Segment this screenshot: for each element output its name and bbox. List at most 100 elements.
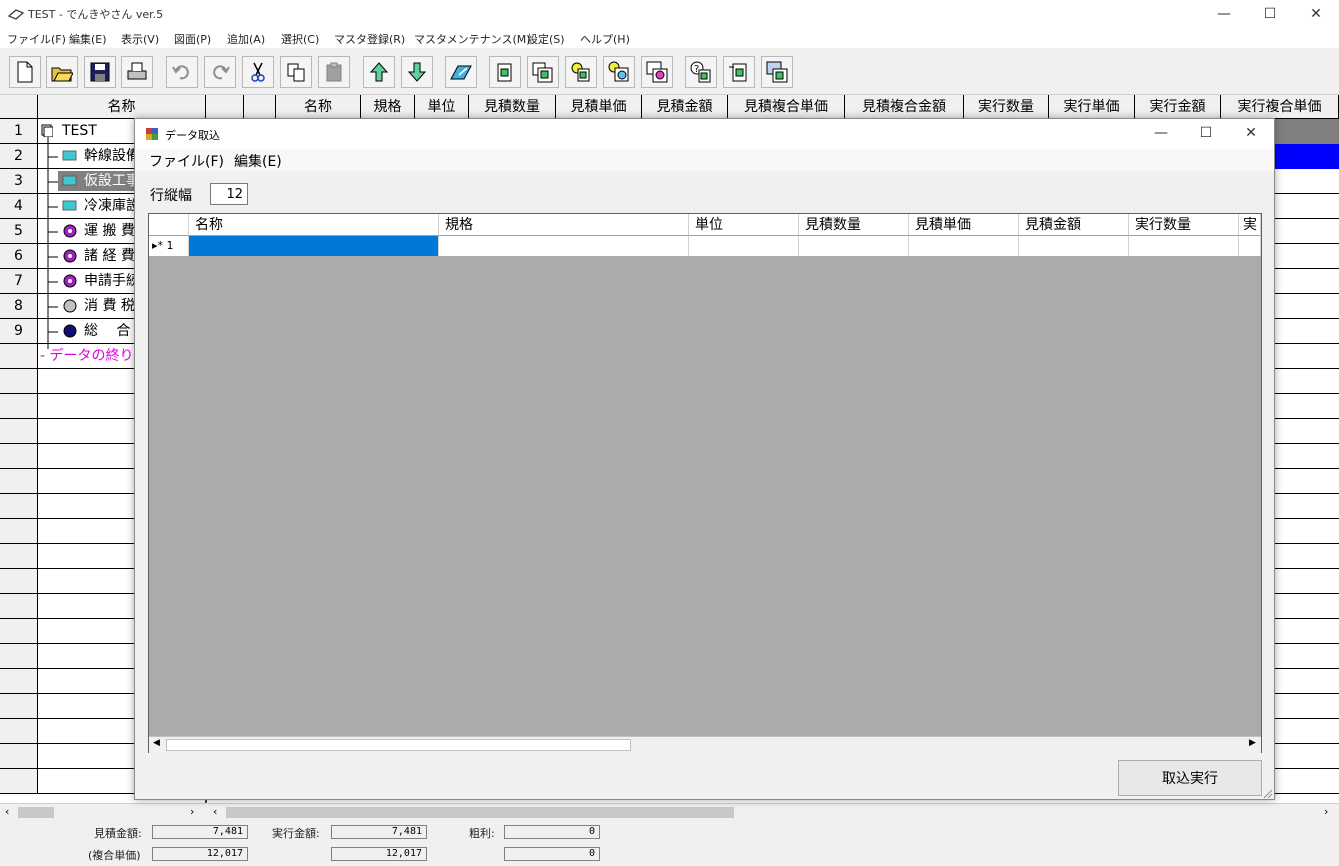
row-number[interactable] [0, 469, 38, 494]
row-number[interactable] [0, 394, 38, 419]
dialog-horizontal-scrollbar[interactable]: ◀ ▶ [149, 736, 1261, 753]
print-button[interactable] [121, 56, 153, 88]
row-number[interactable] [0, 669, 38, 694]
menu-master-register[interactable]: マスタ登録(R) [334, 31, 405, 47]
scroll-left-icon[interactable]: ‹ [5, 805, 9, 818]
row-number[interactable] [0, 769, 38, 794]
column-header-est-price[interactable]: 見積単価 [556, 95, 642, 119]
column-header-est-qty[interactable]: 見積数量 [469, 95, 556, 119]
new-file-button[interactable] [9, 56, 41, 88]
row-number[interactable]: 8 [0, 294, 38, 319]
open-file-button[interactable] [46, 56, 78, 88]
row-number[interactable] [0, 544, 38, 569]
scroll-left-icon[interactable]: ◀ [153, 738, 160, 748]
dialog-column-header-est-qty[interactable]: 見積数量 [799, 214, 909, 236]
row-number[interactable] [0, 644, 38, 669]
undo-button[interactable] [166, 56, 198, 88]
row-number[interactable]: 1 [0, 119, 38, 144]
dialog-menu-file[interactable]: ファイル(F) [149, 151, 224, 171]
scroll-right-icon[interactable]: › [190, 805, 194, 818]
row-number[interactable]: 2 [0, 144, 38, 169]
tree-horizontal-scrollbar[interactable]: ‹ › [0, 803, 206, 821]
menu-settings[interactable]: 設定(S) [527, 31, 565, 47]
row-number[interactable] [0, 719, 38, 744]
import-data-grid[interactable]: 名称 規格 単位 見積数量 見積単価 見積金額 実行数量 実 ▸* 1 ◀ ▶ [148, 213, 1262, 753]
menu-drawing[interactable]: 図面(P) [174, 31, 211, 47]
tree-name-header[interactable]: 名称 [38, 95, 206, 119]
dialog-menu-edit[interactable]: 編集(E) [234, 151, 282, 171]
row-number[interactable]: 7 [0, 269, 38, 294]
dialog-cell-exec-partial[interactable] [1239, 236, 1261, 256]
cut-button[interactable] [242, 56, 274, 88]
scroll-thumb[interactable] [226, 807, 734, 818]
column-header-spec[interactable]: 規格 [361, 95, 415, 119]
maximize-button[interactable]: ☐ [1247, 0, 1293, 28]
row-number[interactable]: 3 [0, 169, 38, 194]
menu-master-maintenance[interactable]: マスタメンテナンス(M) [414, 31, 531, 47]
menu-help[interactable]: ヘルプ(H) [580, 31, 630, 47]
dialog-minimize-button[interactable]: — [1138, 119, 1184, 147]
tool-button-2[interactable] [527, 56, 559, 88]
close-button[interactable]: ✕ [1293, 0, 1339, 28]
column-header-est-composite-amount[interactable]: 見積複合金額 [845, 95, 964, 119]
dialog-maximize-button[interactable]: ☐ [1183, 119, 1229, 147]
row-number[interactable] [0, 444, 38, 469]
row-number[interactable]: 9 [0, 319, 38, 344]
column-header-unit[interactable]: 単位 [415, 95, 469, 119]
tool-button-1[interactable] [489, 56, 521, 88]
move-up-button[interactable] [363, 56, 395, 88]
dialog-cell-exec-qty[interactable] [1129, 236, 1239, 256]
menu-edit[interactable]: 編集(E) [69, 31, 107, 47]
drawing-button[interactable] [445, 56, 477, 88]
save-button[interactable] [84, 56, 116, 88]
resize-grip-icon[interactable] [1261, 787, 1273, 799]
tool-button-6[interactable]: ? [685, 56, 717, 88]
dialog-close-button[interactable]: ✕ [1228, 119, 1274, 147]
dialog-column-header-est-price[interactable]: 見積単価 [909, 214, 1019, 236]
scroll-left-icon[interactable]: ‹ [213, 805, 217, 818]
dialog-cell-unit[interactable] [689, 236, 799, 256]
row-height-input[interactable] [210, 183, 248, 205]
row-number[interactable] [0, 569, 38, 594]
column-header-name[interactable]: 名称 [276, 95, 361, 119]
scroll-thumb[interactable] [18, 807, 54, 818]
minimize-button[interactable]: — [1201, 0, 1247, 28]
menu-view[interactable]: 表示(V) [121, 31, 159, 47]
column-header-est-amount[interactable]: 見積金額 [642, 95, 728, 119]
dialog-column-header-exec-qty[interactable]: 実行数量 [1129, 214, 1239, 236]
dialog-column-header-est-amount[interactable]: 見積金額 [1019, 214, 1129, 236]
row-number[interactable] [0, 344, 38, 369]
tool-button-5[interactable] [641, 56, 673, 88]
dialog-scroll-thumb[interactable] [166, 739, 631, 751]
row-number[interactable]: 4 [0, 194, 38, 219]
column-header-exec-qty[interactable]: 実行数量 [964, 95, 1049, 119]
move-down-button[interactable] [401, 56, 433, 88]
menu-select[interactable]: 選択(C) [281, 31, 319, 47]
dialog-cell-est-qty[interactable] [799, 236, 909, 256]
tool-button-7[interactable] [723, 56, 755, 88]
scroll-right-icon[interactable]: › [1324, 805, 1328, 818]
row-number[interactable] [0, 619, 38, 644]
row-number[interactable] [0, 744, 38, 769]
dialog-cell-est-price[interactable] [909, 236, 1019, 256]
row-number[interactable] [0, 594, 38, 619]
dialog-column-header-spec[interactable]: 規格 [439, 214, 689, 236]
dialog-column-header-name[interactable]: 名称 [189, 214, 439, 236]
column-header-exec-price[interactable]: 実行単価 [1049, 95, 1135, 119]
new-row-marker[interactable]: ▸* 1 [149, 236, 189, 256]
paste-button[interactable] [318, 56, 350, 88]
grid-horizontal-scrollbar[interactable]: ‹ › [208, 803, 1339, 821]
tool-button-4[interactable] [603, 56, 635, 88]
redo-button[interactable] [204, 56, 236, 88]
import-execute-button[interactable]: 取込実行 [1118, 760, 1262, 796]
dialog-column-header-unit[interactable]: 単位 [689, 214, 799, 236]
row-number[interactable]: 6 [0, 244, 38, 269]
row-number[interactable] [0, 494, 38, 519]
column-header-est-composite-price[interactable]: 見積複合単価 [728, 95, 845, 119]
dialog-column-header-exec-partial[interactable]: 実 [1239, 214, 1261, 236]
column-header-exec-composite-price[interactable]: 実行複合単価 [1221, 95, 1339, 119]
scroll-right-icon[interactable]: ▶ [1249, 738, 1256, 748]
menu-file[interactable]: ファイル(F) [7, 31, 66, 47]
copy-button[interactable] [280, 56, 312, 88]
row-number[interactable]: 5 [0, 219, 38, 244]
